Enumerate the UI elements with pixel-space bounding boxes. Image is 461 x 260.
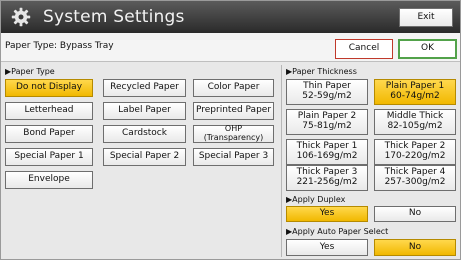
paper-type-recycled-paper[interactable]: Recycled Paper bbox=[103, 79, 186, 97]
apply-auto-paper-select-heading: ▶Apply Auto Paper Select bbox=[286, 227, 389, 236]
thickness-thin-paper[interactable]: Thin Paper 52-59g/m2 bbox=[286, 79, 368, 105]
paper-type-preprinted-paper[interactable]: Preprinted Paper bbox=[193, 102, 274, 120]
paper-type-letterhead[interactable]: Letterhead bbox=[5, 102, 93, 120]
paper-type-color-paper[interactable]: Color Paper bbox=[193, 79, 274, 97]
thickness-thick-paper-2[interactable]: Thick Paper 2 170-220g/m2 bbox=[374, 139, 456, 165]
thickness-thick-paper-3[interactable]: Thick Paper 3 221-256g/m2 bbox=[286, 165, 368, 191]
window-title: System Settings bbox=[43, 7, 185, 27]
thickness-range: 257-300g/m2 bbox=[384, 177, 446, 187]
thickness-range: 170-220g/m2 bbox=[384, 151, 446, 161]
paper-type-special-paper-1[interactable]: Special Paper 1 bbox=[5, 148, 93, 166]
ok-button[interactable]: OK bbox=[398, 39, 457, 59]
paper-type-label-paper[interactable]: Label Paper bbox=[103, 102, 186, 120]
paper-thickness-heading: ▶Paper Thickness bbox=[286, 67, 357, 76]
exit-button[interactable]: Exit bbox=[399, 8, 453, 27]
system-settings-window: System Settings Exit Paper Type: Bypass … bbox=[0, 0, 461, 260]
paper-type-envelope[interactable]: Envelope bbox=[5, 171, 93, 189]
paper-type-bond-paper[interactable]: Bond Paper bbox=[5, 125, 93, 143]
apply-duplex-yes[interactable]: Yes bbox=[286, 206, 368, 222]
apply-duplex-no[interactable]: No bbox=[374, 206, 456, 222]
thickness-range: 60-74g/m2 bbox=[390, 91, 440, 101]
thickness-range: 106-169g/m2 bbox=[296, 151, 358, 161]
cancel-button[interactable]: Cancel bbox=[335, 39, 393, 59]
thickness-thick-paper-1[interactable]: Thick Paper 1 106-169g/m2 bbox=[286, 139, 368, 165]
section-divider bbox=[281, 65, 282, 257]
apply-auto-paper-select-yes[interactable]: Yes bbox=[286, 239, 368, 256]
thickness-middle-thick[interactable]: Middle Thick 82-105g/m2 bbox=[374, 109, 456, 135]
thickness-plain-paper-1[interactable]: Plain Paper 1 60-74g/m2 bbox=[374, 79, 456, 105]
paper-type-cardstock[interactable]: Cardstock bbox=[103, 125, 186, 143]
gear-icon bbox=[11, 7, 31, 27]
thickness-range: 75-81g/m2 bbox=[302, 121, 352, 131]
paper-type-special-paper-3[interactable]: Special Paper 3 bbox=[193, 148, 274, 166]
apply-duplex-heading: ▶Apply Duplex bbox=[286, 195, 346, 204]
apply-auto-paper-select-no[interactable]: No bbox=[374, 239, 456, 256]
thickness-plain-paper-2[interactable]: Plain Paper 2 75-81g/m2 bbox=[286, 109, 368, 135]
paper-type-do-not-display[interactable]: Do not Display bbox=[5, 79, 93, 97]
paper-type-location-label: Paper Type: Bypass Tray bbox=[5, 41, 114, 51]
paper-type-ohp-transparency[interactable]: OHP (Transparency) bbox=[193, 124, 274, 143]
thickness-range: 52-59g/m2 bbox=[302, 91, 352, 101]
thickness-range: 221-256g/m2 bbox=[296, 177, 358, 187]
paper-type-heading: ▶Paper Type bbox=[5, 67, 55, 76]
thickness-range: 82-105g/m2 bbox=[387, 121, 443, 131]
thickness-thick-paper-4[interactable]: Thick Paper 4 257-300g/m2 bbox=[374, 165, 456, 191]
title-bar: System Settings Exit bbox=[1, 1, 460, 33]
paper-type-special-paper-2[interactable]: Special Paper 2 bbox=[103, 148, 186, 166]
